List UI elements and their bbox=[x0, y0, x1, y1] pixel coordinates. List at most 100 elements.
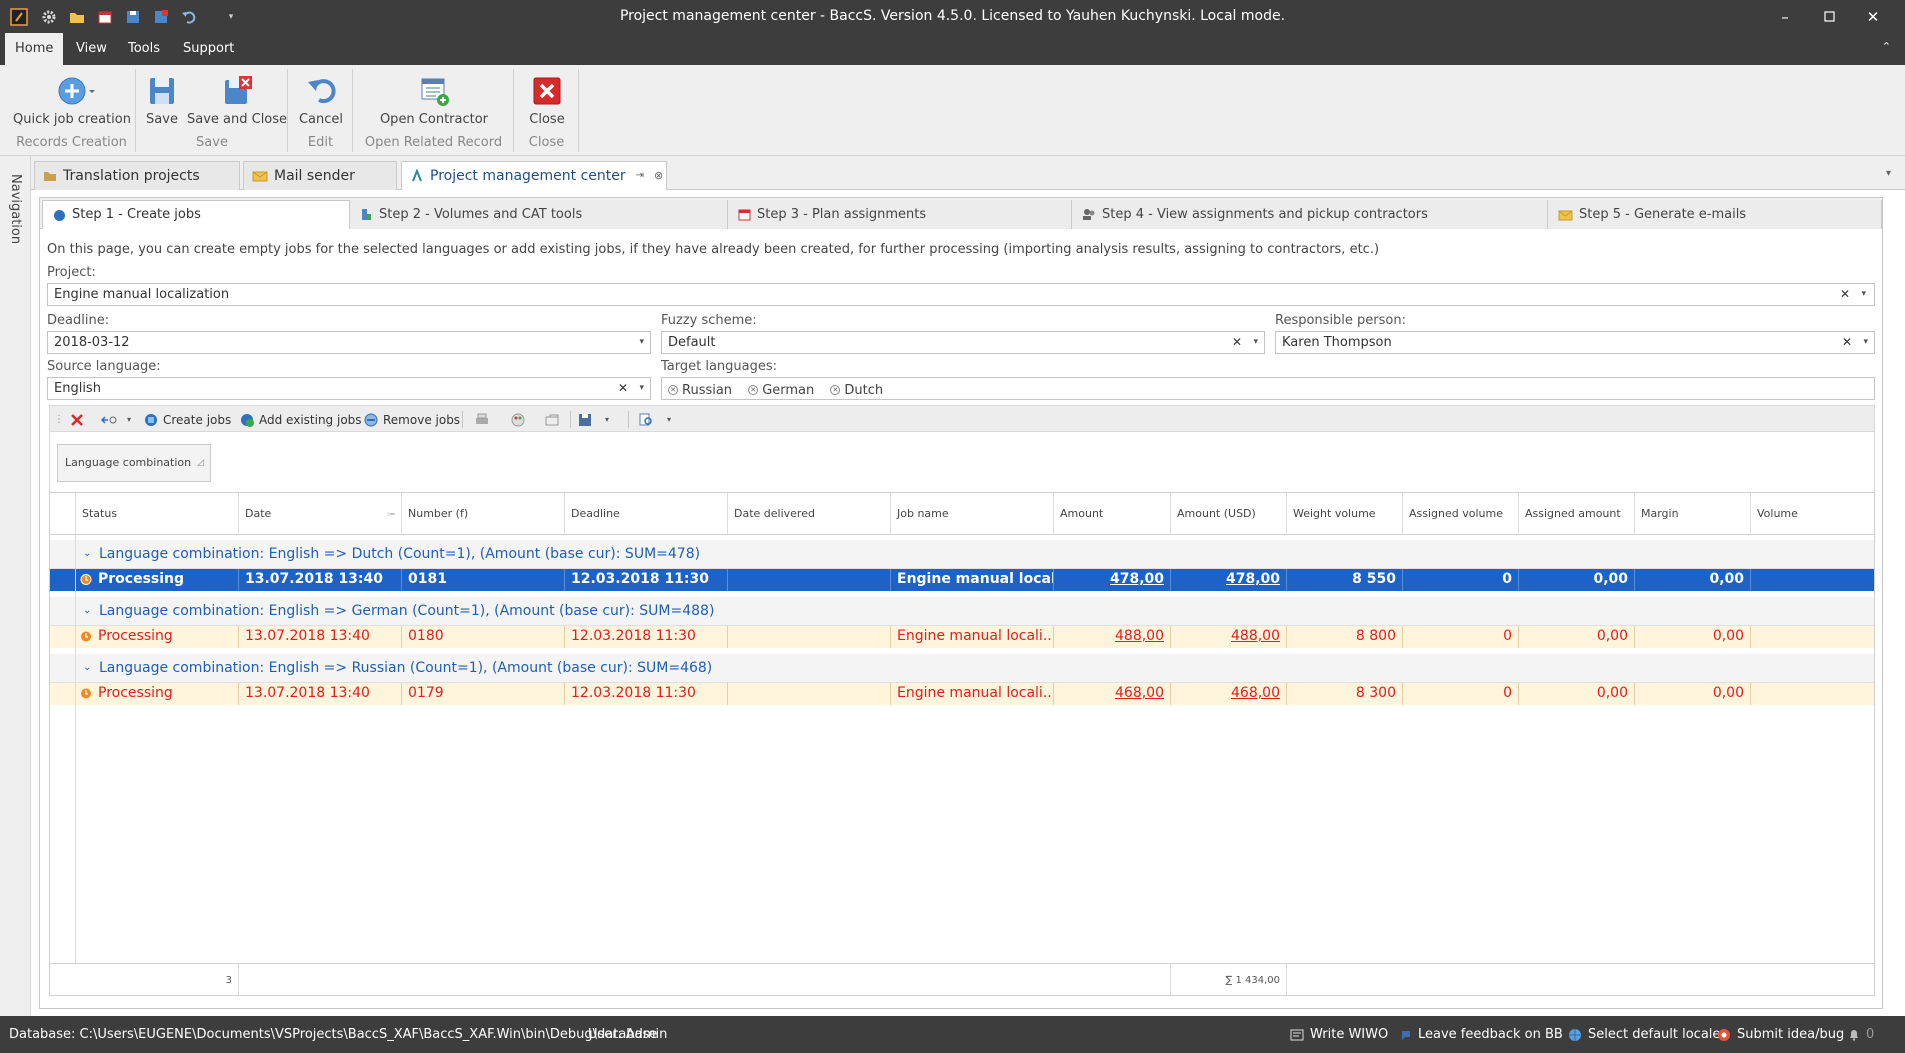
remove-jobs-button[interactable]: Remove jobs bbox=[364, 406, 460, 433]
col-weight-volume[interactable]: Weight volume bbox=[1287, 493, 1403, 535]
chevron-down-icon[interactable]: ▾ bbox=[639, 378, 644, 399]
table-row[interactable]: Processing 13.07.2018 13:40 0179 12.03.2… bbox=[50, 683, 1874, 705]
remove-token-icon[interactable]: ✕ bbox=[748, 385, 759, 395]
navigation-panel[interactable]: Navigation bbox=[0, 156, 31, 1016]
tab-step-3[interactable]: Step 3 - Plan assignments bbox=[728, 200, 1072, 229]
deadline-field[interactable]: 2018-03-12 ▾ bbox=[47, 331, 651, 354]
clear-icon[interactable]: ✕ bbox=[1232, 332, 1242, 353]
chevron-down-icon[interactable]: ⌄ bbox=[83, 597, 91, 625]
layout-button[interactable] bbox=[544, 406, 560, 433]
fuzzy-scheme-field[interactable]: Default ✕ ▾ bbox=[661, 331, 1265, 354]
chevron-down-icon[interactable]: ⌄ bbox=[83, 540, 91, 568]
ribbon-group-close: Close Close bbox=[515, 69, 579, 152]
delete-button[interactable] bbox=[70, 406, 84, 433]
cancel-button[interactable]: Cancel bbox=[295, 71, 347, 133]
col-job-name[interactable]: Job name bbox=[891, 493, 1054, 535]
col-number[interactable]: Number (f) bbox=[402, 493, 565, 535]
col-deadline[interactable]: Deadline bbox=[565, 493, 728, 535]
tab-close-icon[interactable]: ⊗ bbox=[654, 162, 663, 190]
col-amount[interactable]: Amount bbox=[1054, 493, 1171, 535]
cell-deadline: 12.03.2018 11:30 bbox=[565, 569, 728, 591]
col-assigned-volume[interactable]: Assigned volume bbox=[1403, 493, 1519, 535]
cell-amount[interactable]: 468,00 bbox=[1054, 683, 1171, 705]
col-date[interactable]: Date ⩴ bbox=[239, 493, 402, 535]
save-and-close-button[interactable]: Save and Close bbox=[187, 71, 287, 133]
quick-job-creation-button[interactable]: Quick job creation bbox=[12, 71, 132, 133]
write-wiwo-button[interactable]: Write WIWO bbox=[1290, 1016, 1388, 1053]
tab-step-1[interactable]: Step 1 - Create jobs bbox=[42, 200, 350, 229]
source-language-field[interactable]: English ✕ ▾ bbox=[47, 377, 651, 400]
navigation-label[interactable]: Navigation bbox=[8, 174, 23, 244]
responsible-person-field[interactable]: Karen Thompson ✕ ▾ bbox=[1275, 331, 1875, 354]
col-date-delivered[interactable]: Date delivered bbox=[728, 493, 891, 535]
window-close-button[interactable]: ✕ bbox=[1851, 0, 1895, 33]
toolbar-grip-icon: ⋮ bbox=[54, 414, 64, 425]
save-button[interactable]: Save bbox=[143, 71, 181, 133]
pin-icon[interactable]: ⇥ bbox=[636, 162, 644, 190]
table-row[interactable]: → Processing 13.07.2018 13:40 0181 12.03… bbox=[50, 569, 1874, 591]
leave-feedback-button[interactable]: Leave feedback on BB bbox=[1400, 1016, 1563, 1053]
tab-step-5[interactable]: Step 5 - Generate e-mails bbox=[1548, 200, 1882, 229]
cell-number: 0181 bbox=[402, 569, 565, 591]
remove-token-icon[interactable]: ✕ bbox=[830, 385, 841, 395]
col-amount-usd[interactable]: Amount (USD) bbox=[1171, 493, 1287, 535]
tab-translation-projects[interactable]: Translation projects bbox=[34, 161, 240, 190]
cell-amount[interactable]: 478,00 bbox=[1054, 569, 1171, 591]
notifications-button[interactable]: 0 bbox=[1848, 1016, 1874, 1053]
maximize-button[interactable] bbox=[1807, 0, 1851, 33]
add-existing-jobs-button[interactable]: Add existing jobs bbox=[240, 406, 362, 433]
menu-tab-view[interactable]: View bbox=[66, 33, 117, 65]
submit-idea-button[interactable]: Submit idea/bug bbox=[1717, 1016, 1844, 1053]
clear-icon[interactable]: ✕ bbox=[618, 378, 628, 399]
link-dropdown-button[interactable]: ▾ bbox=[100, 406, 131, 433]
tab-mail-sender[interactable]: Mail sender bbox=[243, 161, 397, 190]
remove-token-icon[interactable]: ✕ bbox=[668, 385, 678, 395]
target-language-token[interactable]: ✕ German bbox=[748, 380, 814, 401]
chevron-down-icon[interactable]: ▾ bbox=[1253, 332, 1258, 353]
collapse-ribbon-icon[interactable]: ⌃ bbox=[1882, 40, 1891, 53]
tab-project-management-center[interactable]: Project management center ⇥ ⊗ bbox=[401, 161, 667, 190]
open-contractor-button[interactable]: Open Contractor bbox=[374, 71, 494, 133]
tab-step-2[interactable]: Step 2 - Volumes and CAT tools bbox=[350, 200, 728, 229]
col-margin[interactable]: Margin bbox=[1635, 493, 1751, 535]
chevron-down-icon[interactable]: ▾ bbox=[1861, 284, 1866, 305]
group-row[interactable]: ⌄ Language combination: English => Germa… bbox=[50, 597, 1874, 626]
cell-amount[interactable]: 488,00 bbox=[1054, 626, 1171, 648]
cell-amount-usd[interactable]: 488,00 bbox=[1171, 626, 1287, 648]
group-row-label: Language combination: English => German … bbox=[99, 603, 715, 619]
clear-icon[interactable]: ✕ bbox=[1842, 332, 1852, 353]
target-language-token[interactable]: ✕ Russian bbox=[668, 380, 732, 401]
source-language-value: English bbox=[54, 381, 101, 396]
cell-amount-usd[interactable]: 478,00 bbox=[1171, 569, 1287, 591]
tabs-dropdown-icon[interactable]: ▾ bbox=[1886, 168, 1891, 179]
target-languages-field[interactable]: ✕ Russian ✕ German ✕ Dutch bbox=[661, 377, 1875, 400]
menu-tab-tools[interactable]: Tools bbox=[118, 33, 170, 65]
chevron-down-icon[interactable]: ▾ bbox=[1863, 332, 1868, 353]
group-row[interactable]: ⌄ Language combination: English => Dutch… bbox=[50, 540, 1874, 569]
clear-icon[interactable]: ✕ bbox=[1840, 284, 1850, 305]
col-status[interactable]: Status bbox=[76, 493, 239, 535]
col-volume[interactable]: Volume bbox=[1751, 493, 1874, 535]
select-locale-button[interactable]: Select default locale bbox=[1568, 1016, 1720, 1053]
filter-icon[interactable]: ⩴ bbox=[387, 493, 395, 535]
menu-tab-home[interactable]: Home bbox=[5, 33, 64, 65]
find-dropdown-button[interactable]: ▾ bbox=[638, 406, 671, 433]
minimize-button[interactable]: – bbox=[1763, 0, 1807, 33]
cell-amount-usd[interactable]: 468,00 bbox=[1171, 683, 1287, 705]
group-by-chip[interactable]: Language combination ◿ bbox=[57, 444, 211, 482]
table-row[interactable]: Processing 13.07.2018 13:40 0180 12.03.2… bbox=[50, 626, 1874, 648]
create-jobs-button[interactable]: Create jobs bbox=[144, 406, 231, 433]
menu-tab-support[interactable]: Support bbox=[173, 33, 244, 65]
project-field[interactable]: Engine manual localization ✕ ▾ bbox=[47, 283, 1875, 306]
palette-button[interactable] bbox=[510, 406, 526, 433]
chevron-down-icon[interactable]: ⌄ bbox=[83, 654, 91, 682]
col-assigned-amount[interactable]: Assigned amount bbox=[1519, 493, 1635, 535]
chevron-down-icon[interactable]: ▾ bbox=[639, 332, 644, 353]
close-button[interactable]: Close bbox=[521, 71, 573, 133]
target-language-token[interactable]: ✕ Dutch bbox=[830, 380, 883, 401]
group-row[interactable]: ⌄ Language combination: English => Russi… bbox=[50, 654, 1874, 683]
export-dropdown-button[interactable]: ▾ bbox=[578, 406, 609, 433]
ribbon-group-edit: Cancel Edit bbox=[289, 69, 353, 152]
tab-step-4[interactable]: Step 4 - View assignments and pickup con… bbox=[1072, 200, 1548, 229]
print-button[interactable] bbox=[474, 406, 490, 433]
